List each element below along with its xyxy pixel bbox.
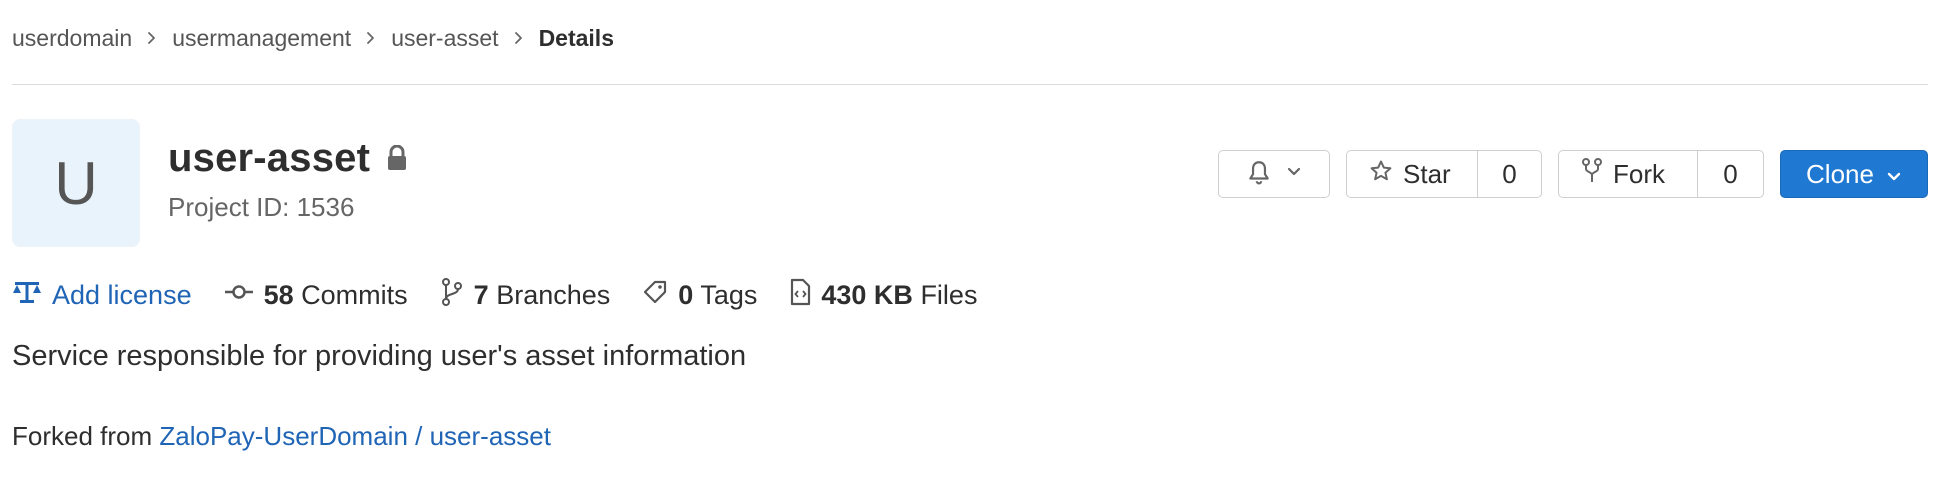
breadcrumb-item-user-asset[interactable]: user-asset: [391, 25, 498, 52]
commits-count: 58: [263, 279, 294, 310]
commits-label: Commits: [301, 279, 408, 310]
add-license-link[interactable]: Add license: [12, 279, 192, 312]
project-stats: Add license 58 Commits 7 Branches 0 Tags…: [12, 276, 1009, 314]
branches-link[interactable]: 7 Branches: [440, 277, 611, 314]
tags-link[interactable]: 0 Tags: [642, 279, 757, 312]
fork-button-group: Fork 0: [1558, 150, 1764, 198]
tags-count: 0: [678, 279, 694, 310]
lock-icon: [386, 145, 408, 171]
forked-from-prefix: Forked from: [12, 421, 153, 451]
star-icon: [1369, 159, 1393, 190]
file-code-icon: [789, 278, 811, 313]
files-link[interactable]: 430 KB Files: [789, 278, 977, 313]
chevron-right-icon: [132, 31, 172, 45]
notification-settings-button[interactable]: [1218, 150, 1330, 198]
add-license-label: Add license: [52, 279, 192, 310]
files-size: 430 KB: [821, 279, 913, 310]
commits-link[interactable]: 58 Commits: [224, 280, 408, 311]
chevron-right-icon: [499, 31, 539, 45]
clone-button[interactable]: Clone: [1780, 150, 1928, 198]
scale-icon: [12, 279, 42, 312]
bell-icon: [1246, 159, 1272, 190]
breadcrumb-item-userdomain[interactable]: userdomain: [12, 25, 132, 52]
star-button-group: Star 0: [1346, 150, 1542, 198]
forked-from-link[interactable]: ZaloPay-UserDomain / user-asset: [159, 421, 551, 451]
star-button[interactable]: Star: [1347, 151, 1477, 197]
fork-button[interactable]: Fork: [1559, 151, 1697, 197]
star-count[interactable]: 0: [1477, 151, 1541, 197]
tag-icon: [642, 279, 668, 312]
project-overview-page: userdomain usermanagement user-asset Det…: [0, 0, 1940, 490]
chevron-right-icon: [351, 31, 391, 45]
project-title: user-asset: [168, 135, 371, 180]
clone-label: Clone: [1806, 158, 1874, 189]
chevron-down-icon: [1286, 165, 1302, 183]
commit-icon: [224, 280, 254, 311]
fork-label: Fork: [1613, 158, 1665, 189]
tags-label: Tags: [700, 279, 758, 310]
files-label: Files: [920, 279, 978, 310]
project-avatar[interactable]: U: [12, 119, 140, 247]
branch-icon: [440, 277, 464, 314]
breadcrumb: userdomain usermanagement user-asset Det…: [12, 20, 614, 56]
fork-icon: [1581, 157, 1603, 192]
branches-label: Branches: [496, 279, 611, 310]
forked-from: Forked from ZaloPay-UserDomain / user-as…: [12, 421, 551, 452]
fork-count[interactable]: 0: [1697, 151, 1763, 197]
project-description: Service responsible for providing user's…: [12, 340, 747, 372]
project-id: Project ID: 1536: [168, 192, 355, 222]
chevron-down-icon: [1886, 159, 1902, 190]
branches-count: 7: [473, 279, 489, 310]
star-label: Star: [1403, 158, 1451, 189]
header-divider: [12, 84, 1928, 85]
breadcrumb-item-details[interactable]: Details: [539, 25, 614, 52]
breadcrumb-item-usermanagement[interactable]: usermanagement: [172, 25, 351, 52]
project-title-block: user-asset Project ID: 1536: [168, 133, 408, 223]
